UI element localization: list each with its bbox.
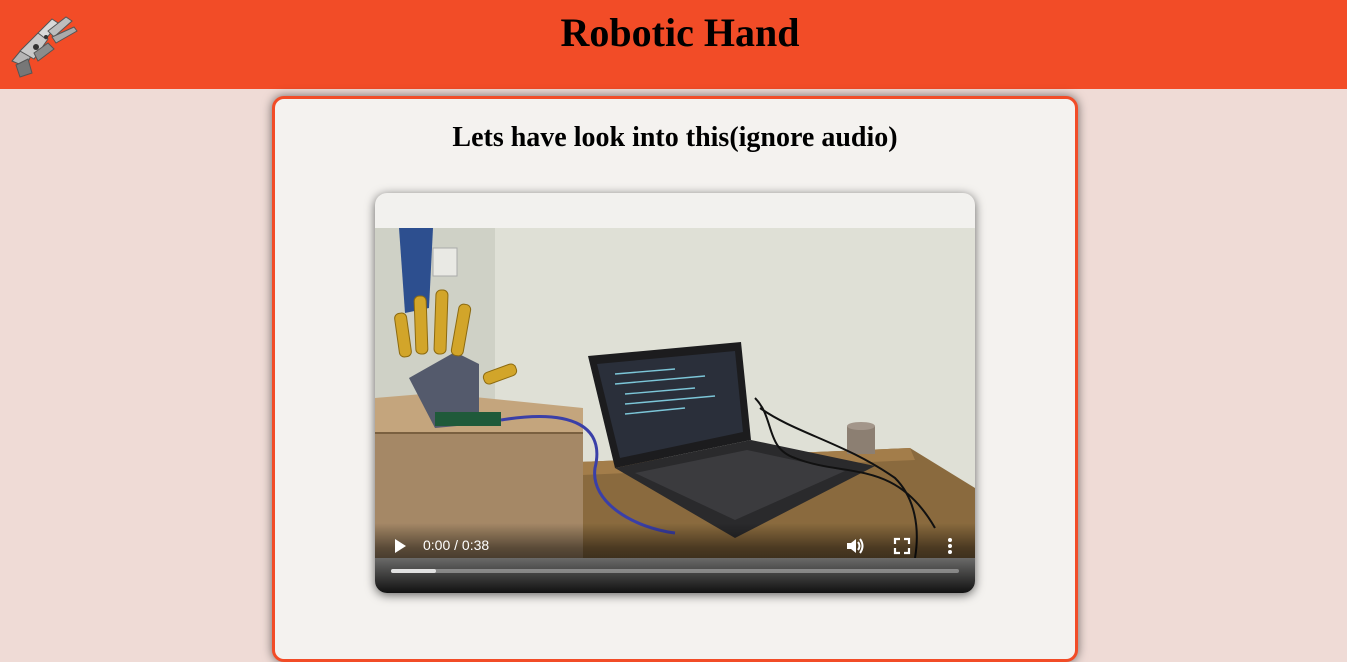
site-title: Robotic Hand [560,10,800,55]
more-options-icon[interactable] [943,536,957,556]
play-icon[interactable] [391,537,409,555]
video-frame-image [375,228,975,558]
volume-icon[interactable] [845,536,865,556]
video-time: 0:00 / 0:38 [423,537,490,553]
content-card: Lets have look into this(ignore audio) 0… [272,96,1078,662]
site-header: Robotic Hand [0,0,1347,89]
section-heading: Lets have look into this(ignore audio) [452,122,898,153]
video-buffered [391,569,437,573]
video-progress-bar[interactable] [391,569,959,573]
fullscreen-icon[interactable] [893,537,911,555]
video-controls: 0:00 / 0:38 [375,523,975,593]
video-player[interactable]: 0:00 / 0:38 [375,193,975,593]
